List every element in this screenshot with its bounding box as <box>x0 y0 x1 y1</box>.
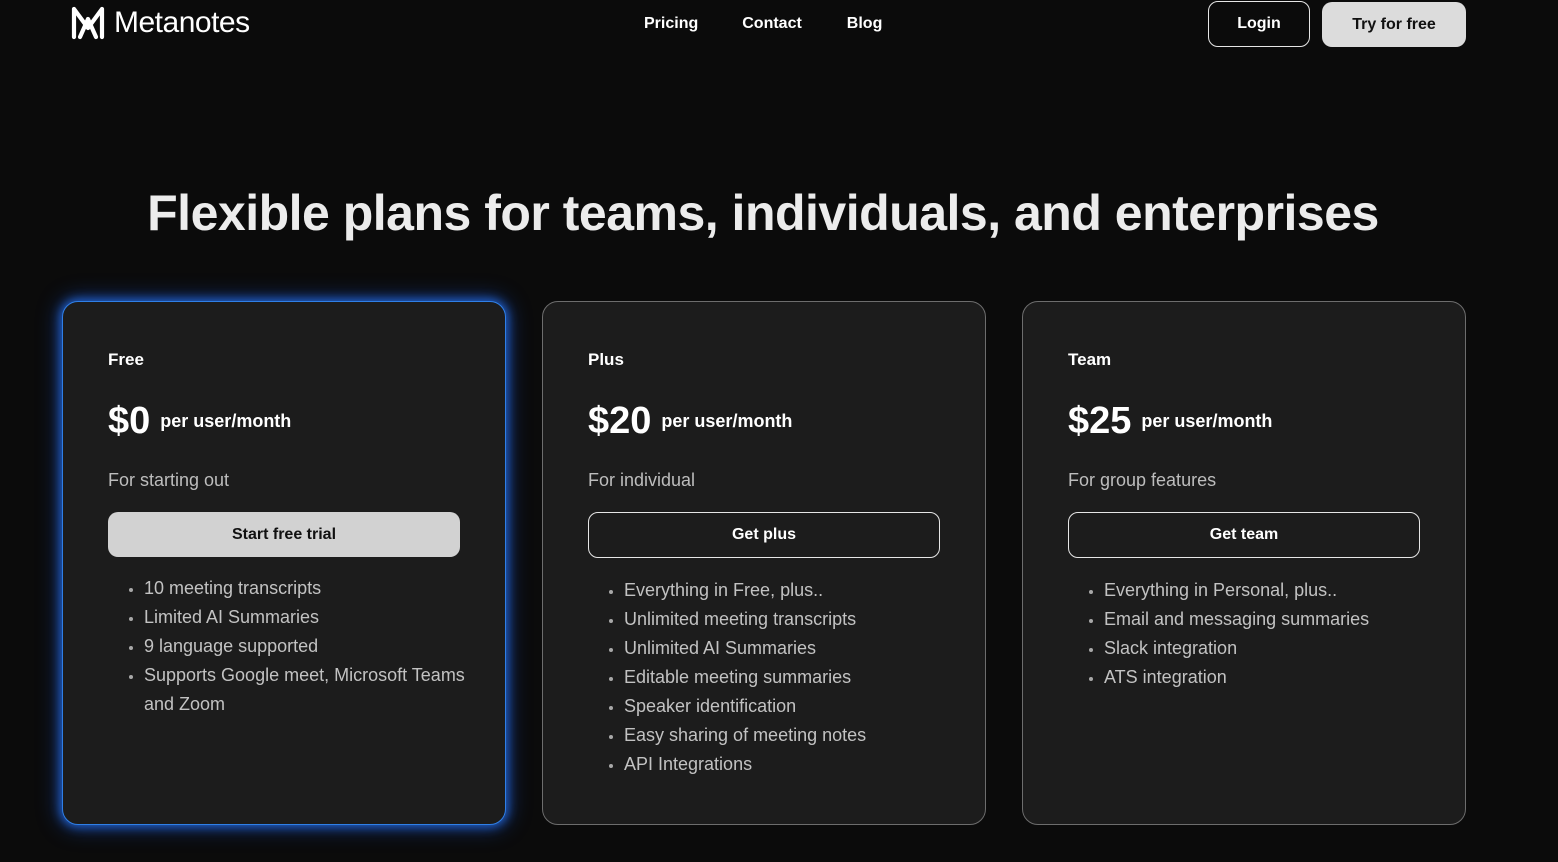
feature-list: Everything in Personal, plus.. Email and… <box>1068 576 1454 692</box>
plan-card-team: Team $25 per user/month For group featur… <box>1022 301 1466 825</box>
nav-contact[interactable]: Contact <box>742 13 802 35</box>
price-period: per user/month <box>661 411 793 431</box>
logo-text: Metanotes <box>114 6 250 39</box>
feature-item: Unlimited AI Summaries <box>624 634 974 663</box>
feature-item: Supports Google meet, Microsoft Teams an… <box>144 661 494 719</box>
plan-price: $0 <box>108 400 151 442</box>
feature-item: Unlimited meeting transcripts <box>624 605 974 634</box>
get-team-button[interactable]: Get team <box>1068 512 1420 558</box>
pricing-page: Metanotes Pricing Contact Blog Login Try… <box>0 0 1558 862</box>
feature-item: Slack integration <box>1104 634 1454 663</box>
plan-description: For group features <box>1068 470 1217 490</box>
try-for-free-button[interactable]: Try for free <box>1322 2 1466 47</box>
feature-item: Everything in Free, plus.. <box>624 576 974 605</box>
feature-item: Editable meeting summaries <box>624 663 974 692</box>
price-row: $25 per user/month <box>1068 400 1272 443</box>
plan-name: Plus <box>588 350 624 369</box>
feature-item: Email and messaging summaries <box>1104 605 1454 634</box>
feature-item: Limited AI Summaries <box>144 603 494 632</box>
page-title: Flexible plans for teams, individuals, a… <box>147 185 1379 241</box>
feature-item: Easy sharing of meeting notes <box>624 721 974 750</box>
plan-description: For starting out <box>108 470 230 490</box>
price-row: $0 per user/month <box>108 400 291 443</box>
plan-price: $25 <box>1068 400 1132 442</box>
feature-item: Everything in Personal, plus.. <box>1104 576 1454 605</box>
feature-item: ATS integration <box>1104 663 1454 692</box>
get-plus-button[interactable]: Get plus <box>588 512 940 558</box>
plan-price: $20 <box>588 400 652 442</box>
feature-item: Speaker identification <box>624 692 974 721</box>
feature-item: 9 language supported <box>144 632 494 661</box>
price-period: per user/month <box>1141 411 1273 431</box>
feature-item: API Integrations <box>624 750 974 779</box>
feature-item: 10 meeting transcripts <box>144 574 494 603</box>
price-row: $20 per user/month <box>588 400 792 443</box>
plan-name: Team <box>1068 350 1112 369</box>
login-button[interactable]: Login <box>1208 1 1310 47</box>
plan-card-plus: Plus $20 per user/month For individual G… <box>542 301 986 825</box>
feature-list: 10 meeting transcripts Limited AI Summar… <box>108 574 494 719</box>
plan-card-free: Free $0 per user/month For starting out … <box>62 301 506 825</box>
top-nav: Pricing Contact Blog <box>644 13 882 35</box>
plan-name: Free <box>108 350 144 369</box>
plan-description: For individual <box>588 470 696 490</box>
start-free-trial-button[interactable]: Start free trial <box>108 512 460 557</box>
nav-pricing[interactable]: Pricing <box>644 13 698 35</box>
feature-list: Everything in Free, plus.. Unlimited mee… <box>588 576 974 779</box>
nav-blog[interactable]: Blog <box>847 13 883 35</box>
price-period: per user/month <box>160 411 292 431</box>
metanotes-logo-icon <box>71 6 105 40</box>
logo[interactable]: Metanotes <box>70 6 250 40</box>
